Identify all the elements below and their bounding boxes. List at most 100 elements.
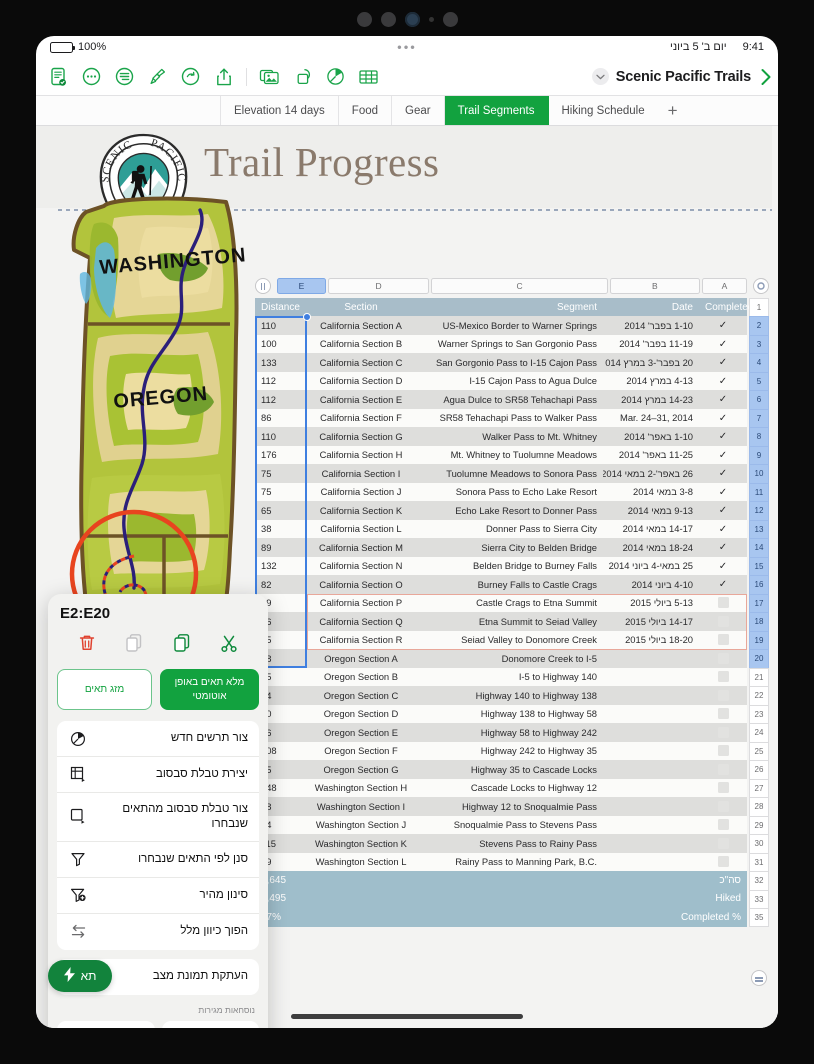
cell-completed[interactable]: ✓ [699,538,747,557]
cell-segment[interactable]: Donomore Creek to I-5 [415,649,603,668]
cell-segment[interactable]: Highway 140 to Highway 138 [415,686,603,705]
cell-date[interactable]: 11-19 בפבר' 2014 [603,334,699,353]
menu-item-filter-by-selection[interactable]: סנן לפי התאים שנבחרו [57,842,259,878]
cell-section[interactable]: California Section F [307,408,415,427]
cell-section[interactable]: California Section R [307,630,415,649]
cell-section[interactable]: Oregon Section G [307,760,415,779]
cell-section[interactable]: Oregon Section C [307,686,415,705]
trail-map-illustration[interactable]: WASHINGTON OREGON [58,188,280,639]
cell-section[interactable]: California Section M [307,538,415,557]
row-number[interactable]: 19 [749,630,769,649]
cell-segment[interactable]: Sonora Pass to Echo Lake Resort [415,482,603,501]
row-number[interactable]: 29 [749,815,769,834]
row-number[interactable]: 16 [749,575,769,594]
cell-completed[interactable] [699,612,747,631]
tab-hiking-schedule[interactable]: Hiking Schedule [549,96,658,125]
cell-section[interactable]: California Section G [307,427,415,446]
cell-distance[interactable]: 75 [255,482,307,501]
cell-distance[interactable]: 65 [255,501,307,520]
empty-checkbox-icon[interactable] [717,708,729,720]
cell-segment[interactable]: Highway 242 to Highway 35 [415,741,603,760]
row-number[interactable]: 25 [749,741,769,760]
cell-section[interactable]: Washington Section K [307,834,415,853]
row-number[interactable]: 23 [749,704,769,723]
cell-date[interactable] [603,797,699,816]
cell-section[interactable]: Washington Section H [307,778,415,797]
row-number[interactable]: 32 [749,871,769,890]
cell-segment[interactable]: Highway 138 to Highway 58 [415,704,603,723]
table-row[interactable]: 99California Section PCastle Crags to Et… [255,593,747,612]
cell-mode-pill[interactable]: תא [48,960,112,992]
menu-item-new-chart[interactable]: צור תרשים חדש [57,721,259,757]
cell-distance[interactable]: 100 [255,334,307,353]
table-row[interactable]: 74Washington Section JSnoqualmie Pass to… [255,815,747,834]
row-number[interactable]: 30 [749,834,769,853]
empty-checkbox-icon[interactable] [717,652,729,664]
empty-checkbox-icon[interactable] [717,819,729,831]
row-number[interactable]: 13 [749,519,769,538]
cell-distance[interactable]: 75 [255,464,307,483]
cell-segment[interactable]: Tuolumne Meadows to Sonora Pass [415,464,603,483]
cell-distance[interactable]: 112 [255,371,307,390]
copy-icon[interactable] [172,633,192,658]
row-number[interactable]: 24 [749,723,769,742]
document-title[interactable]: Scenic Pacific Trails [616,69,751,85]
cell-section[interactable]: Oregon Section A [307,649,415,668]
table-row[interactable]: 38 California Section L Donner Pass to Sie… [255,519,747,538]
cell-section[interactable]: Oregon Section D [307,704,415,723]
table-row[interactable]: 112 California Section E Agua Dulce to SR5… [255,390,747,409]
table-row[interactable]: 100 California Section B Warner Springs to… [255,334,747,353]
media-icon[interactable] [253,62,286,92]
empty-checkbox-icon[interactable] [717,726,729,738]
row-number[interactable]: 5 [749,371,769,390]
cell-segment[interactable]: Donner Pass to Sierra City [415,519,603,538]
cell-distance[interactable]: 176 [255,445,307,464]
multitasking-dots-icon[interactable]: ••• [397,41,417,54]
cell-segment[interactable]: Stevens Pass to Rainy Pass [415,834,603,853]
cell-date[interactable] [603,852,699,871]
cell-segment[interactable]: Seiad Valley to Donomore Creek [415,630,603,649]
cell-distance[interactable]: 133 [255,353,307,372]
column-header-C[interactable]: C [431,278,608,294]
more-options-icon[interactable] [75,62,108,92]
table-row[interactable]: 132 California Section N Belden Bridge to … [255,556,747,575]
cell-date[interactable]: 1-10 בפבר' 2014 [603,316,699,335]
chevron-down-icon[interactable] [591,68,609,85]
cell-completed[interactable] [699,593,747,612]
cell-completed[interactable]: ✓ [699,501,747,520]
row-number[interactable]: 18 [749,612,769,631]
cell-completed[interactable] [699,852,747,871]
cell-date[interactable]: 11-25 באפר' 2014 [603,445,699,464]
cell-segment[interactable]: Highway 35 to Cascade Locks [415,760,603,779]
cell-completed[interactable] [699,686,747,705]
cell-date[interactable]: 14-17 ביולי 2015 [603,612,699,631]
cell-date[interactable]: 14-17 במאי 2014 [603,519,699,538]
cell-distance[interactable]: 82 [255,575,307,594]
row-number[interactable]: 28 [749,797,769,816]
table-row[interactable]: 133 California Section C San Gorgonio Pass… [255,353,747,372]
cell-segment[interactable]: Belden Bridge to Burney Falls [415,556,603,575]
cell-date[interactable] [603,760,699,779]
table-row[interactable]: 98Washington Section IHighway 12 to Snoq… [255,797,747,816]
chart-icon[interactable] [319,62,352,92]
cell-completed[interactable] [699,778,747,797]
column-header-B[interactable]: B [609,278,700,294]
cell-segment[interactable]: US-Mexico Border to Warner Springs [415,316,603,335]
empty-checkbox-icon[interactable] [717,689,729,701]
cell-completed[interactable]: ✓ [699,353,747,372]
row-number[interactable]: 35 [749,908,769,927]
table-row[interactable]: 89 California Section M Sierra City to Bel… [255,538,747,557]
cell-section[interactable]: California Section L [307,519,415,538]
paintbrush-icon[interactable] [141,62,174,92]
row-number[interactable]: 9 [749,445,769,464]
tab-elevation-14-days[interactable]: Elevation 14 days [221,96,339,125]
format-icon[interactable] [108,62,141,92]
cell-section[interactable]: California Section N [307,556,415,575]
cell-completed[interactable]: ✓ [699,482,747,501]
empty-checkbox-icon[interactable] [717,615,729,627]
empty-checkbox-icon[interactable] [717,800,729,812]
cell-completed[interactable] [699,815,747,834]
cell-section[interactable]: California Section C [307,353,415,372]
cell-date[interactable] [603,723,699,742]
cell-segment[interactable]: Castle Crags to Etna Summit [415,593,603,612]
